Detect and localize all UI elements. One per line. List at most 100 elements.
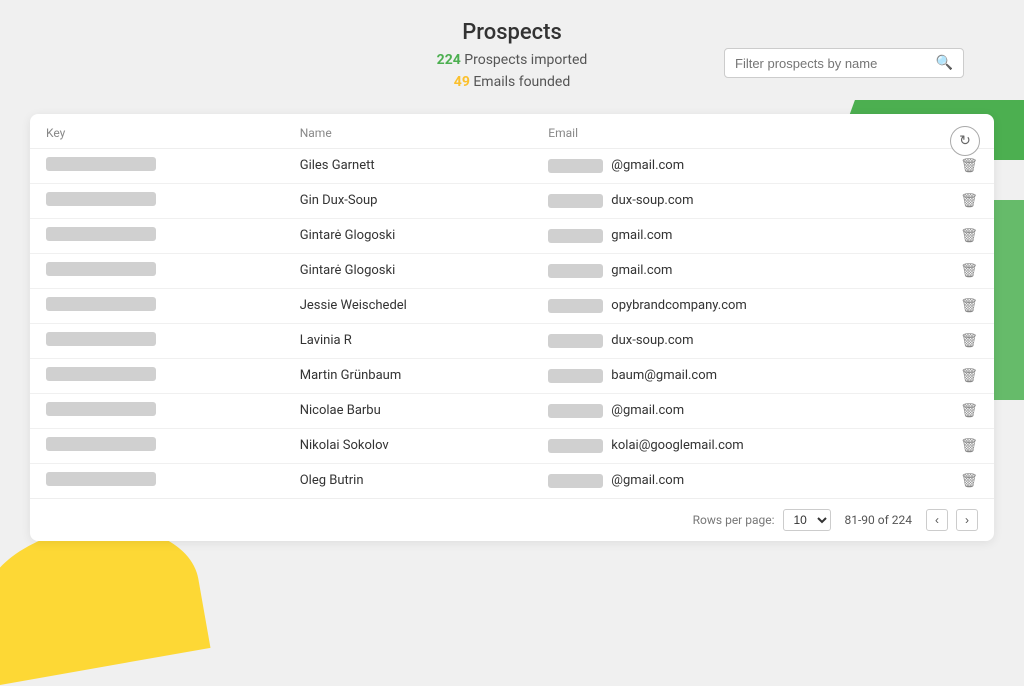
email-suffix: opybrandcompany.com <box>611 298 747 313</box>
delete-button[interactable]: 🗑 <box>960 368 978 384</box>
table-row: Jessie Weischedel opybrandcompany.com 🗑 <box>30 288 994 323</box>
table-row: Gintarė Glogoski gmail.com 🗑 <box>30 218 994 253</box>
col-email: Email <box>532 114 944 149</box>
key-placeholder <box>46 192 156 206</box>
rows-per-page-select[interactable]: 10 25 50 <box>783 509 831 531</box>
email-cell: @gmail.com <box>532 393 944 428</box>
table-row: Gin Dux-Soup dux-soup.com 🗑 <box>30 183 994 218</box>
search-area: 🔍 <box>724 48 964 78</box>
email-cell: kolai@googlemail.com <box>532 428 944 463</box>
email-cell: baum@gmail.com <box>532 358 944 393</box>
key-cell <box>30 218 284 253</box>
email-placeholder <box>548 474 603 488</box>
email-cell: dux-soup.com <box>532 323 944 358</box>
pagination: Rows per page: 10 25 50 81-90 of 224 ‹ › <box>30 498 994 541</box>
email-cell: gmail.com <box>532 253 944 288</box>
key-placeholder <box>46 437 156 451</box>
table-row: Gintarė Glogoskigmail.com 🗑 <box>30 253 994 288</box>
email-placeholder <box>548 404 603 418</box>
table-row: Martin Grünbaumbaum@gmail.com 🗑 <box>30 358 994 393</box>
delete-cell: 🗑 <box>944 463 994 498</box>
table-row: Nikolai Sokolovkolai@googlemail.com🗑 <box>30 428 994 463</box>
email-suffix: @gmail.com <box>611 403 684 418</box>
email-cell: opybrandcompany.com <box>532 288 944 323</box>
name-cell: Nicolae Barbu <box>284 393 533 428</box>
key-cell <box>30 393 284 428</box>
name-cell: Gintarė Glogoski <box>284 253 533 288</box>
table-row: Oleg Butrin @gmail.com 🗑 <box>30 463 994 498</box>
rows-per-page-label: Rows per page: <box>693 513 775 527</box>
delete-cell: 🗑 <box>944 183 994 218</box>
email-placeholder <box>548 194 603 208</box>
email-suffix: dux-soup.com <box>611 333 693 348</box>
email-placeholder <box>548 369 603 383</box>
key-cell <box>30 463 284 498</box>
key-cell <box>30 288 284 323</box>
search-input[interactable] <box>735 56 936 71</box>
name-cell: Gin Dux-Soup <box>284 183 533 218</box>
email-suffix: dux-soup.com <box>611 193 693 208</box>
delete-button[interactable]: 🗑 <box>960 438 978 454</box>
table-header-row: Key Name Email <box>30 114 994 149</box>
col-name: Name <box>284 114 533 149</box>
delete-button[interactable]: 🗑 <box>960 298 978 314</box>
key-placeholder <box>46 157 156 171</box>
email-cell: dux-soup.com <box>532 183 944 218</box>
name-cell: Lavinia R <box>284 323 533 358</box>
refresh-button[interactable]: ↻ <box>950 126 980 156</box>
name-cell: Martin Grünbaum <box>284 358 533 393</box>
delete-button[interactable]: 🗑 <box>960 228 978 244</box>
delete-button[interactable]: 🗑 <box>960 403 978 419</box>
prospects-table: Key Name Email Giles Garnett@gmail.com🗑G… <box>30 114 994 498</box>
key-placeholder <box>46 367 156 381</box>
name-cell: Giles Garnett <box>284 148 533 183</box>
key-placeholder <box>46 402 156 416</box>
prospects-label: Prospects imported <box>464 52 587 68</box>
page-title: Prospects <box>0 20 1024 45</box>
delete-button[interactable]: 🗑 <box>960 263 978 279</box>
key-cell <box>30 428 284 463</box>
email-suffix: @gmail.com <box>611 158 684 173</box>
email-cell: gmail.com <box>532 218 944 253</box>
email-placeholder <box>548 264 603 278</box>
email-suffix: gmail.com <box>611 228 672 243</box>
email-placeholder <box>548 439 603 453</box>
table-row: Lavinia R dux-soup.com 🗑 <box>30 323 994 358</box>
delete-button[interactable]: 🗑 <box>960 158 978 174</box>
email-placeholder <box>548 334 603 348</box>
email-suffix: @gmail.com <box>611 473 684 488</box>
delete-button[interactable]: 🗑 <box>960 193 978 209</box>
key-placeholder <box>46 227 156 241</box>
key-cell <box>30 183 284 218</box>
name-cell: Gintarė Glogoski <box>284 218 533 253</box>
key-cell <box>30 253 284 288</box>
email-placeholder <box>548 159 603 173</box>
key-cell <box>30 323 284 358</box>
email-placeholder <box>548 229 603 243</box>
search-box: 🔍 <box>724 48 964 78</box>
name-cell: Jessie Weischedel <box>284 288 533 323</box>
delete-cell: 🗑 <box>944 393 994 428</box>
key-cell <box>30 358 284 393</box>
delete-button[interactable]: 🗑 <box>960 333 978 349</box>
emails-label: Emails founded <box>473 74 570 90</box>
pagination-next-button[interactable]: › <box>956 509 978 531</box>
search-icon: 🔍 <box>936 55 953 71</box>
delete-cell: 🗑 <box>944 428 994 463</box>
delete-cell: 🗑 <box>944 358 994 393</box>
name-cell: Oleg Butrin <box>284 463 533 498</box>
pagination-prev-button[interactable]: ‹ <box>926 509 948 531</box>
emails-count: 49 <box>454 74 470 90</box>
email-placeholder <box>548 299 603 313</box>
email-suffix: kolai@googlemail.com <box>611 438 743 453</box>
prospects-count: 224 <box>437 52 461 68</box>
key-placeholder <box>46 332 156 346</box>
key-cell <box>30 148 284 183</box>
table-container: ↻ Key Name Email Giles Garnett @gmail.com… <box>30 114 994 541</box>
delete-button[interactable]: 🗑 <box>960 473 978 489</box>
key-placeholder <box>46 472 156 486</box>
delete-cell: 🗑 <box>944 218 994 253</box>
table-row: Nicolae Barbu @gmail.com 🗑 <box>30 393 994 428</box>
main-content: ↻ Key Name Email Giles Garnett @gmail.com… <box>0 104 1024 551</box>
email-cell: @gmail.com <box>532 463 944 498</box>
